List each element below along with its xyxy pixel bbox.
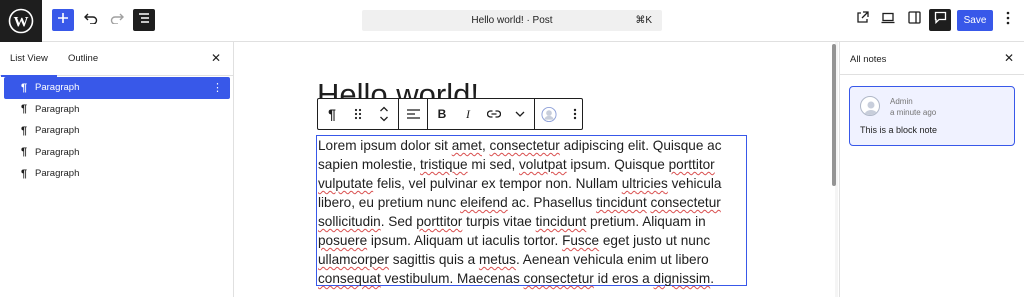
command-shortcut: ⌘K xyxy=(635,15,652,26)
preview-button[interactable] xyxy=(877,9,899,31)
align-left-icon[interactable] xyxy=(405,106,421,122)
paragraph-icon[interactable]: ¶ xyxy=(324,106,340,122)
paragraph-icon: ¶ xyxy=(21,146,28,159)
tab-list-view[interactable]: List View xyxy=(1,53,57,77)
bold-icon[interactable]: B xyxy=(434,106,450,122)
block-toolbar: ¶ B I xyxy=(317,98,583,130)
desktop-icon xyxy=(881,11,895,29)
toolbar-group-format: B I xyxy=(428,99,535,129)
view-post-button[interactable] xyxy=(851,9,873,31)
redo-icon xyxy=(110,11,124,29)
panel-tabs: List View Outline ✕ xyxy=(0,42,233,77)
drag-handle-icon[interactable] xyxy=(350,106,366,122)
save-button[interactable]: Save xyxy=(957,10,993,31)
paragraph-icon: ¶ xyxy=(21,124,28,137)
comment-icon xyxy=(934,11,947,29)
editor-header: W Hello world! · Post ⌘K Save xyxy=(0,0,1024,42)
paragraph-icon: ¶ xyxy=(21,167,28,180)
list-icon xyxy=(138,11,150,29)
chevron-down-icon[interactable] xyxy=(512,106,528,122)
sidebar-icon xyxy=(907,11,921,29)
svg-text:W: W xyxy=(14,15,29,31)
paragraph-block[interactable]: Lorem ipsum dolor sit amet, consectetur … xyxy=(316,135,747,286)
options-menu-button[interactable] xyxy=(997,9,1019,31)
notes-panel-title: All notes xyxy=(850,54,887,65)
external-link-icon xyxy=(856,11,869,29)
document-overview-button[interactable] xyxy=(133,9,155,31)
note-card[interactable]: Admin a minute ago This is a block note xyxy=(849,86,1015,146)
ellipsis-vertical-icon[interactable] xyxy=(567,106,583,122)
list-item-label: Paragraph xyxy=(35,103,80,115)
notes-panel-header: All notes ✕ xyxy=(840,42,1024,75)
wordpress-logo-icon[interactable]: W xyxy=(0,0,42,42)
ellipsis-vertical-icon[interactable]: ⋮ xyxy=(212,81,223,94)
avatar xyxy=(860,96,880,116)
command-palette-bar[interactable]: Hello world! · Post ⌘K xyxy=(362,10,662,31)
add-block-button[interactable] xyxy=(52,9,74,31)
toolbar-group-block: ¶ xyxy=(318,99,399,129)
list-item[interactable]: ¶ Paragraph ⋮ xyxy=(4,77,230,99)
document-title-label: Hello world! · Post xyxy=(471,15,553,26)
avatar-icon[interactable] xyxy=(541,106,557,122)
list-item-label: Paragraph xyxy=(35,82,80,94)
paragraph-icon: ¶ xyxy=(21,81,28,94)
undo-button[interactable] xyxy=(80,9,102,31)
note-text: This is a block note xyxy=(860,125,938,135)
list-view-panel: List View Outline ✕ ¶ Paragraph ⋮ ¶ Para… xyxy=(0,42,234,297)
toolbar-group-note xyxy=(535,99,589,129)
link-icon[interactable] xyxy=(486,106,502,122)
redo-button[interactable] xyxy=(106,9,128,31)
note-author: Admin xyxy=(890,97,913,106)
list-item-label: Paragraph xyxy=(35,168,80,180)
note-timestamp: a minute ago xyxy=(890,108,937,117)
list-item-label: Paragraph xyxy=(35,125,80,137)
list-item[interactable]: ¶ Paragraph xyxy=(4,99,230,121)
toolbar-group-align xyxy=(399,99,428,129)
plus-icon xyxy=(57,11,69,29)
undo-icon xyxy=(84,11,98,29)
notes-panel: All notes ✕ Admin a minute ago This is a… xyxy=(839,42,1024,297)
paragraph-icon: ¶ xyxy=(21,103,28,116)
block-list: ¶ Paragraph ⋮ ¶ Paragraph ¶ Paragraph ¶ … xyxy=(0,77,234,185)
close-icon[interactable]: ✕ xyxy=(211,51,221,65)
close-icon[interactable]: ✕ xyxy=(1004,51,1014,65)
italic-icon[interactable]: I xyxy=(460,106,476,122)
notes-toggle-button[interactable] xyxy=(929,9,951,31)
settings-button[interactable] xyxy=(903,9,925,31)
ellipsis-vertical-icon xyxy=(1006,11,1010,30)
list-item[interactable]: ¶ Paragraph xyxy=(4,142,230,164)
list-item[interactable]: ¶ Paragraph xyxy=(4,163,230,185)
move-up-down-icon[interactable] xyxy=(376,106,392,122)
list-item[interactable]: ¶ Paragraph xyxy=(4,120,230,142)
list-item-label: Paragraph xyxy=(35,146,80,158)
scrollbar-thumb[interactable] xyxy=(832,44,836,186)
tab-outline[interactable]: Outline xyxy=(68,53,98,64)
